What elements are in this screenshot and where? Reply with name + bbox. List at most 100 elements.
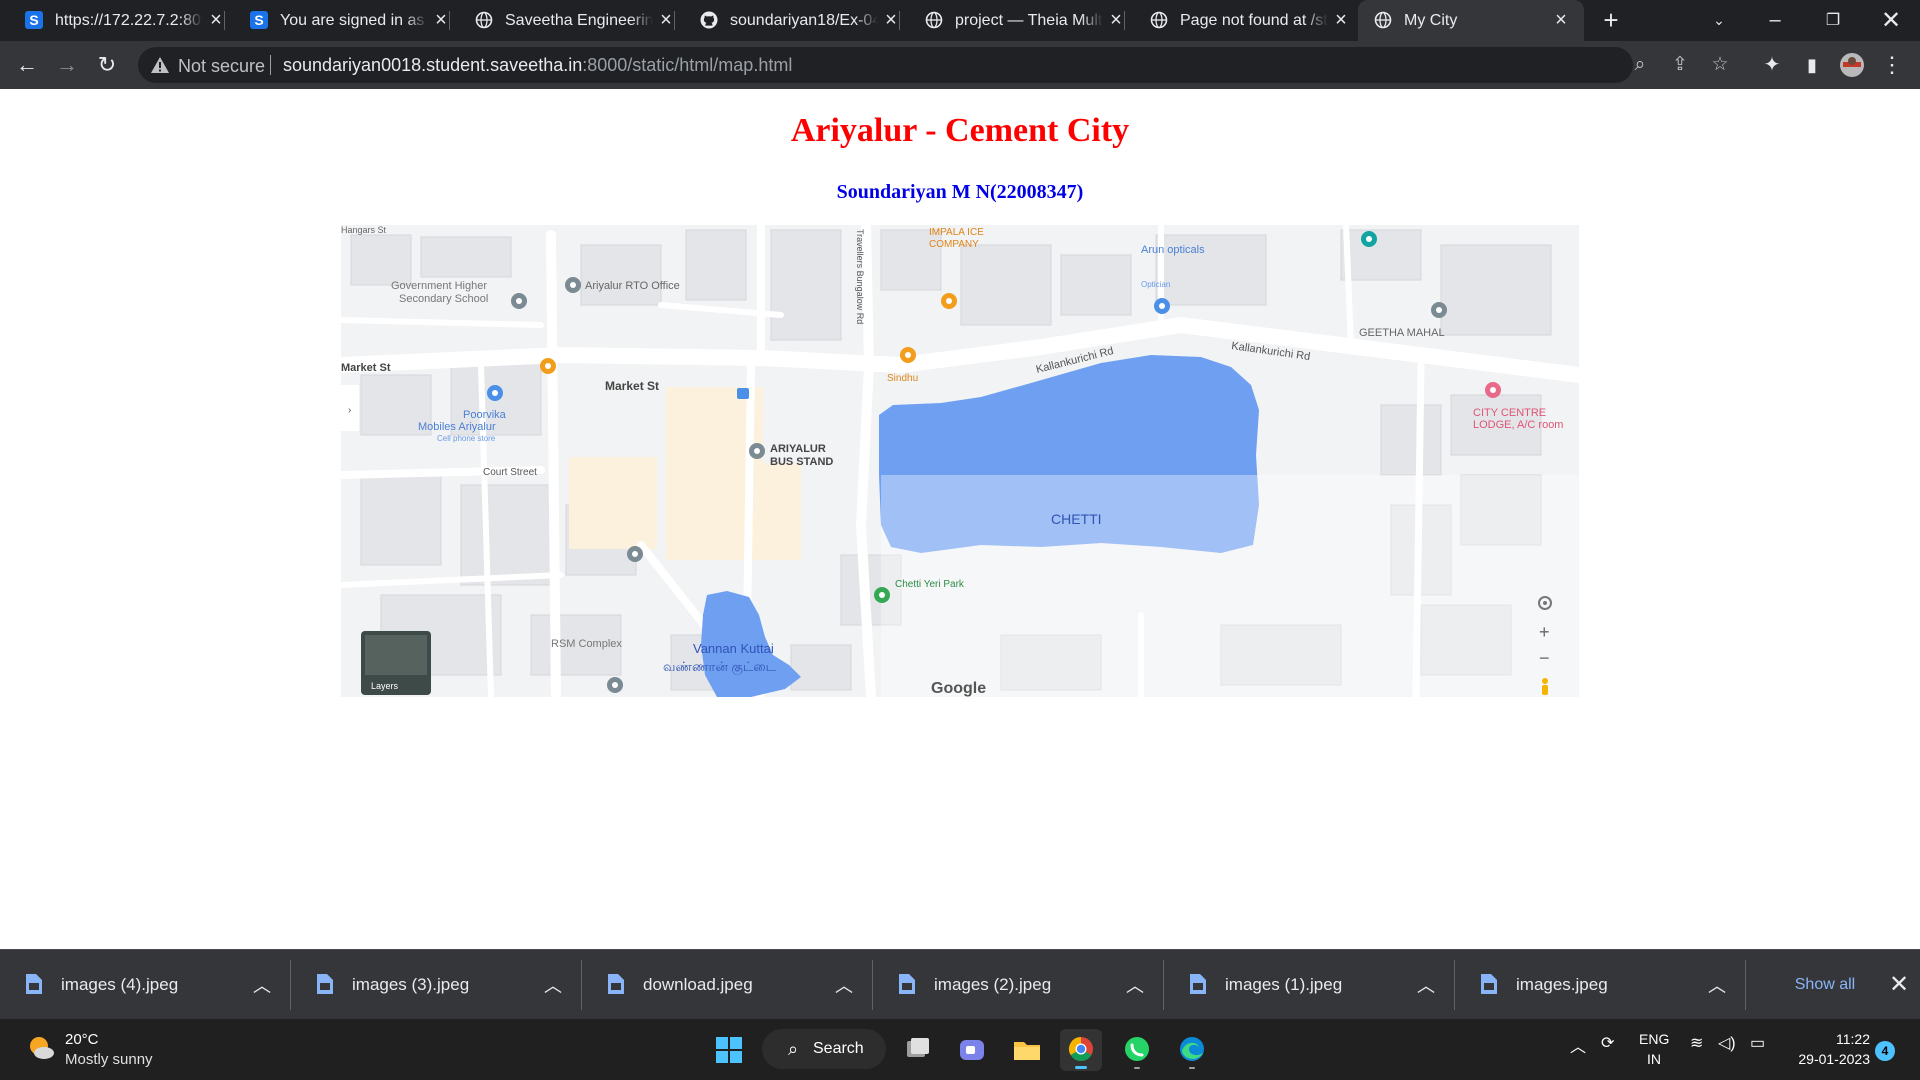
map-label-place: Mobiles Ariyalur xyxy=(418,421,496,433)
show-all-button[interactable]: Show all xyxy=(1785,970,1865,1000)
forward-arrow-icon[interactable]: → xyxy=(51,49,83,81)
whatsapp-icon[interactable] xyxy=(1116,1029,1158,1071)
gray-place-pin[interactable] xyxy=(511,293,527,309)
orange-restaurant-pin[interactable] xyxy=(540,358,556,374)
close-tab-icon[interactable]: × xyxy=(207,10,225,30)
side-panel-icon[interactable]: ▮ xyxy=(1796,49,1828,81)
gray-place-pin[interactable] xyxy=(1431,302,1447,318)
gray-place-pin[interactable] xyxy=(749,443,765,459)
reload-icon[interactable]: ↻ xyxy=(91,49,123,81)
input-language[interactable]: ENG xyxy=(1639,1031,1669,1047)
download-item[interactable]: download.jpeg ︿ xyxy=(582,950,873,1020)
bus-stop-icon[interactable] xyxy=(737,388,749,399)
battery-icon[interactable]: ▭ xyxy=(1750,1033,1765,1053)
back-arrow-icon[interactable]: ← xyxy=(11,49,43,81)
chevron-up-icon[interactable]: ︿ xyxy=(835,972,853,998)
new-tab-button[interactable]: + xyxy=(1588,0,1634,41)
extensions-puzzle-icon[interactable]: ✦ xyxy=(1756,49,1788,81)
browser-tab-active[interactable]: My City × xyxy=(1358,0,1584,41)
pegman-icon[interactable] xyxy=(1542,678,1548,695)
close-tab-icon[interactable]: × xyxy=(1107,10,1125,30)
tab-title: Page not found at /st xyxy=(1180,12,1328,29)
edge-icon[interactable] xyxy=(1171,1029,1213,1071)
address-bar[interactable]: Not secure soundariyan0018.student.savee… xyxy=(138,47,1729,83)
tray-overflow-chevron-icon[interactable]: ︿ xyxy=(1570,1033,1586,1057)
restore-button[interactable]: ❐ xyxy=(1810,0,1856,41)
gray-place-pin[interactable] xyxy=(627,546,643,562)
clock-date[interactable]: 29-01-2023 xyxy=(1790,1051,1870,1067)
wifi-icon[interactable]: ≋ xyxy=(1690,1033,1703,1053)
clock-time[interactable]: 11:22 xyxy=(1830,1031,1870,1047)
tab-search-chevron-icon[interactable]: ⌄ xyxy=(1696,0,1742,41)
weather-description[interactable]: Mostly sunny xyxy=(65,1051,153,1068)
download-filename: images.jpeg xyxy=(1516,975,1608,994)
close-tab-icon[interactable]: × xyxy=(1552,10,1570,30)
file-explorer-icon[interactable] xyxy=(1006,1029,1048,1071)
teams-chat-icon[interactable] xyxy=(951,1029,993,1071)
page-content: Ariyalur - Cement City Soundariyan M N(2… xyxy=(0,89,1920,949)
minimize-button[interactable]: – xyxy=(1752,0,1798,41)
close-downloads-icon[interactable]: ✕ xyxy=(1884,970,1914,1000)
profile-avatar[interactable] xyxy=(1836,49,1868,81)
gray-place-pin[interactable] xyxy=(565,277,581,293)
bookmark-star-icon[interactable]: ☆ xyxy=(1708,53,1732,77)
close-tab-icon[interactable]: × xyxy=(657,10,675,30)
side-panel-toggle[interactable]: › xyxy=(341,385,359,431)
close-tab-icon[interactable]: × xyxy=(1332,10,1350,30)
teal-place-pin[interactable] xyxy=(1361,231,1377,247)
url-text[interactable]: soundariyan0018.student.saveetha.in:8000… xyxy=(283,55,792,76)
orange-restaurant-pin[interactable] xyxy=(941,293,957,309)
file-icon xyxy=(608,974,624,994)
download-item[interactable]: images.jpeg ︿ xyxy=(1455,950,1746,1020)
gray-place-pin[interactable] xyxy=(607,677,623,693)
input-region[interactable]: IN xyxy=(1647,1051,1661,1067)
share-icon[interactable]: ⇪ xyxy=(1668,53,1692,77)
pink-hotel-pin[interactable] xyxy=(1485,382,1501,398)
taskbar-search[interactable]: ⌕ Search xyxy=(762,1029,886,1069)
embedded-map[interactable]: Hangars St Market St Market St Court Str… xyxy=(341,225,1579,697)
chevron-up-icon[interactable]: ︿ xyxy=(1708,972,1726,998)
windows-start-icon[interactable] xyxy=(708,1029,750,1071)
chevron-up-icon[interactable]: ︿ xyxy=(253,972,271,998)
close-window-button[interactable]: ✕ xyxy=(1868,0,1914,41)
orange-restaurant-pin[interactable] xyxy=(900,347,916,363)
browser-tab[interactable]: project — Theia Multi × xyxy=(900,0,1125,41)
browser-tab[interactable]: Saveetha Engineering × xyxy=(450,0,675,41)
volume-icon[interactable]: ◁) xyxy=(1718,1033,1736,1053)
not-secure-label[interactable]: Not secure xyxy=(178,56,265,77)
layers-label: Layers xyxy=(371,681,399,691)
chevron-up-icon[interactable]: ︿ xyxy=(544,972,562,998)
zoom-icon[interactable]: ⌕ xyxy=(1628,53,1652,77)
layers-button[interactable]: Layers xyxy=(361,631,431,695)
download-item[interactable]: images (2).jpeg ︿ xyxy=(873,950,1164,1020)
map-label-place: BUS STAND xyxy=(770,456,833,468)
chevron-up-icon[interactable]: ︿ xyxy=(1126,972,1144,998)
notification-badge[interactable]: 4 xyxy=(1875,1041,1895,1061)
map-label-place: Optician xyxy=(1141,280,1170,289)
zoom-in-button[interactable]: + xyxy=(1539,622,1550,642)
close-tab-icon[interactable]: × xyxy=(882,10,900,30)
browser-tab[interactable]: S You are signed in as 2 × xyxy=(225,0,450,41)
task-view-icon[interactable] xyxy=(897,1029,939,1071)
weather-sun-icon[interactable] xyxy=(26,1033,56,1063)
download-item[interactable]: images (4).jpeg ︿ xyxy=(0,950,291,1020)
google-logo: Google xyxy=(931,680,986,697)
green-park-pin[interactable] xyxy=(874,587,890,603)
sync-icon[interactable]: ⟳ xyxy=(1601,1033,1614,1053)
browser-tab[interactable]: Page not found at /st × xyxy=(1125,0,1350,41)
map-label-lake: வண்ணான் குட்டை xyxy=(663,659,777,675)
blue-shop-pin[interactable] xyxy=(1154,298,1170,314)
map-canvas[interactable]: Hangars St Market St Market St Court Str… xyxy=(341,225,1579,697)
blue-shop-pin[interactable] xyxy=(487,385,503,401)
chevron-up-icon[interactable]: ︿ xyxy=(1417,972,1435,998)
download-item[interactable]: images (1).jpeg ︿ xyxy=(1164,950,1455,1020)
browser-tab[interactable]: S https://172.22.7.2:809 × xyxy=(0,0,225,41)
browser-tab[interactable]: soundariyan18/Ex-04 × xyxy=(675,0,900,41)
weather-temperature[interactable]: 20°C xyxy=(65,1031,99,1048)
close-tab-icon[interactable]: × xyxy=(432,10,450,30)
chrome-taskbar-button[interactable] xyxy=(1060,1029,1102,1071)
zoom-out-button[interactable]: − xyxy=(1539,648,1550,668)
map-label-place: Arun opticals xyxy=(1141,244,1205,256)
menu-kebab-icon[interactable]: ⋮ xyxy=(1876,49,1908,81)
download-item[interactable]: images (3).jpeg ︿ xyxy=(291,950,582,1020)
